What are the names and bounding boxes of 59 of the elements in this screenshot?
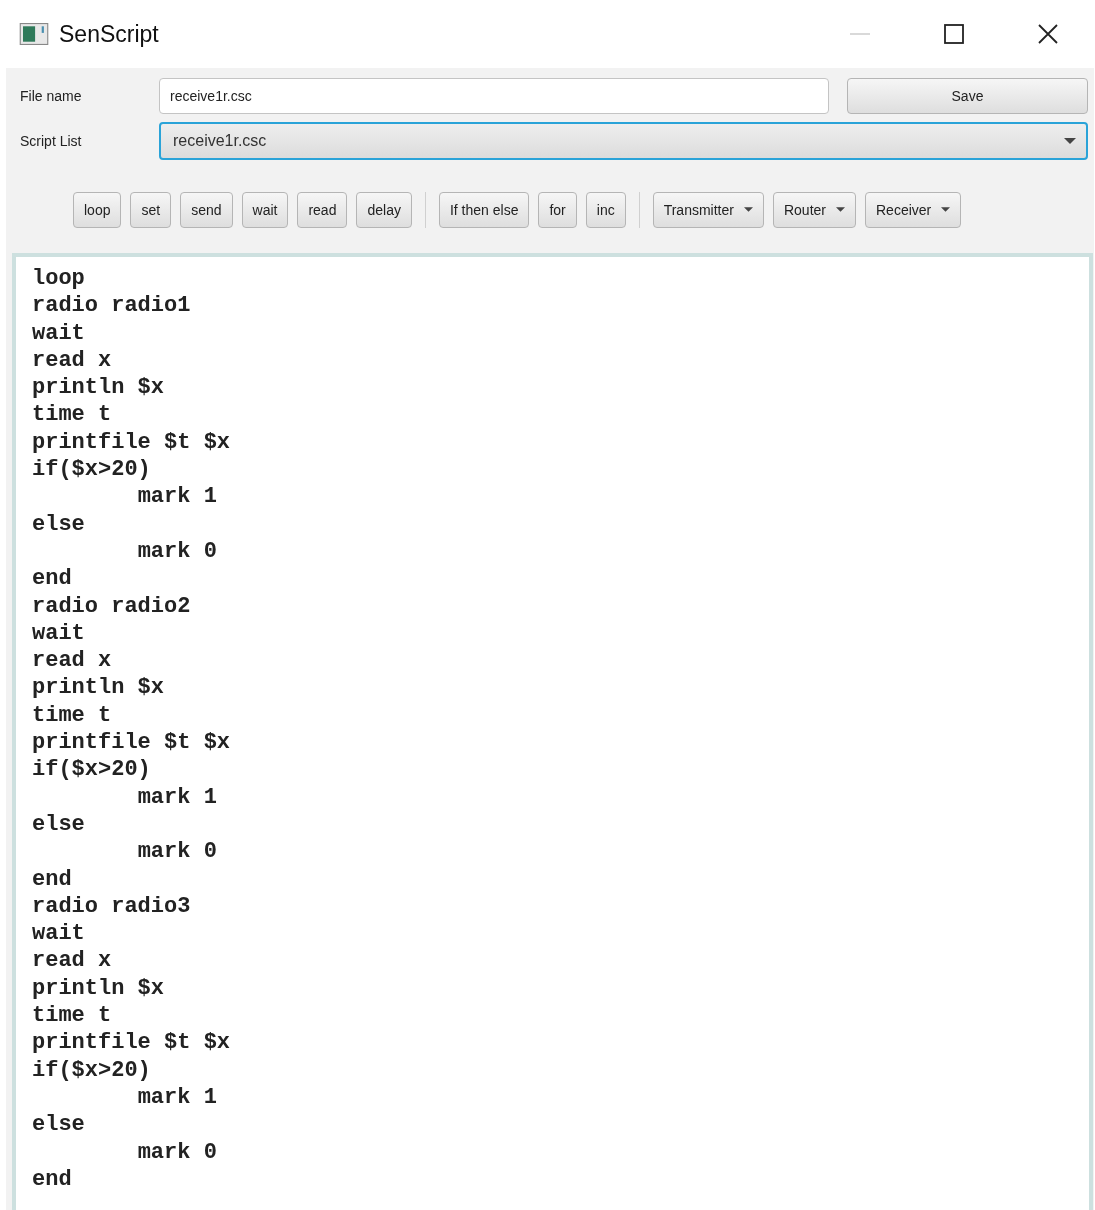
menu-button[interactable]: Router	[772, 191, 856, 228]
code-line: read x	[32, 947, 113, 975]
code-line: if($x>20)	[32, 456, 152, 484]
code-line: radio radio2	[32, 592, 192, 620]
code-line: mark 0	[136, 838, 218, 866]
code-line: wait	[32, 920, 86, 948]
caret-icon	[836, 207, 845, 212]
toolbar-button[interactable]: send	[180, 191, 233, 228]
code-line: wait	[32, 319, 86, 347]
toolbar-button[interactable]: delay	[356, 191, 412, 228]
code-line: mark 1	[136, 783, 218, 811]
close-icon[interactable]	[1038, 24, 1058, 44]
toolbar-button[interactable]: wait	[241, 191, 289, 228]
maximize-icon[interactable]	[944, 24, 964, 44]
script-list-dropdown[interactable]: receive1r.csc	[159, 122, 1088, 160]
field-label: File name	[20, 88, 83, 104]
caret-icon	[1064, 138, 1076, 144]
code-line: if($x>20)	[32, 756, 152, 784]
code-line: println $x	[32, 974, 166, 1002]
code-line: read x	[32, 346, 113, 375]
code-line: if($x>20)	[32, 1056, 152, 1084]
save-button[interactable]: Save	[847, 78, 1088, 114]
code-line: mark 1	[136, 483, 218, 511]
code-line: radio radio1	[32, 292, 192, 320]
code-line: wait	[32, 619, 86, 648]
file-name-field[interactable]: receive1r.csc	[159, 78, 829, 114]
code-line: else	[32, 810, 86, 839]
code-line: radio radio3	[32, 892, 192, 921]
code-line: else	[32, 510, 86, 538]
toolbar-button[interactable]: inc	[585, 191, 626, 228]
code-line: printfile $t $x	[32, 729, 232, 757]
code-line: time t	[32, 701, 113, 730]
toolbar-button[interactable]: loop	[73, 191, 122, 228]
code-line: loop	[32, 265, 86, 293]
code-line: end	[32, 565, 73, 593]
field-label: Script List	[20, 133, 83, 149]
menu-button[interactable]: Transmitter	[652, 191, 764, 228]
code-line: mark 0	[136, 1138, 218, 1166]
caret-icon	[941, 207, 951, 212]
window-title: SenScript	[59, 20, 159, 48]
code-line: println $x	[32, 674, 166, 702]
code-line: time t	[32, 1002, 113, 1030]
toolbar-button[interactable]: read	[297, 191, 348, 228]
code-line: time t	[32, 401, 113, 429]
toolbar-button[interactable]: If then else	[438, 191, 530, 228]
toolbar-button[interactable]: set	[130, 191, 172, 228]
code-line: end	[32, 1165, 73, 1194]
app-icon	[19, 23, 49, 45]
toolbar-button[interactable]: for	[538, 191, 577, 228]
code-line: printfile $t $x	[32, 1029, 232, 1057]
code-line: else	[32, 1111, 86, 1139]
code-line: mark 1	[136, 1083, 218, 1112]
code-line: read x	[32, 647, 113, 675]
caret-icon	[743, 207, 753, 212]
code-line: printfile $t $x	[32, 428, 232, 457]
code-line: mark 0	[136, 537, 218, 566]
code-line: end	[32, 865, 73, 893]
menu-button[interactable]: Receiver	[865, 191, 962, 228]
code-line: println $x	[32, 374, 166, 402]
